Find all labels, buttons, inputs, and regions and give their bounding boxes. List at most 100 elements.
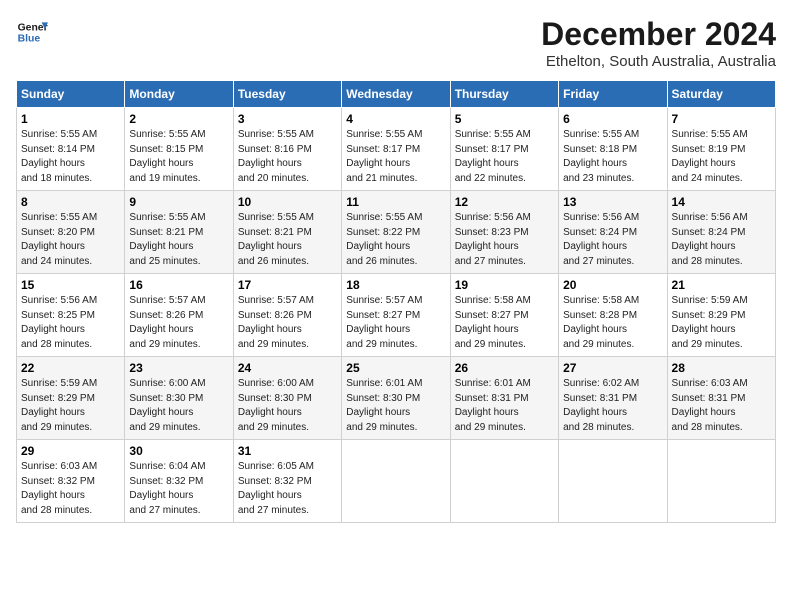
svg-text:Blue: Blue: [18, 34, 41, 45]
day-info: Sunrise: 5:55 AMSunset: 8:15 PMDaylight …: [129, 129, 205, 184]
day-info: Sunrise: 5:55 AMSunset: 8:19 PMDaylight …: [672, 129, 748, 184]
calendar-cell: [342, 440, 450, 523]
day-info: Sunrise: 5:55 AMSunset: 8:16 PMDaylight …: [238, 129, 314, 184]
day-number: 6: [563, 112, 662, 126]
calendar-cell: 18 Sunrise: 5:57 AMSunset: 8:27 PMDaylig…: [342, 274, 450, 357]
calendar-cell: 31 Sunrise: 6:05 AMSunset: 8:32 PMDaylig…: [233, 440, 341, 523]
calendar-cell: 11 Sunrise: 5:55 AMSunset: 8:22 PMDaylig…: [342, 191, 450, 274]
day-number: 28: [672, 361, 771, 375]
calendar-cell: 17 Sunrise: 5:57 AMSunset: 8:26 PMDaylig…: [233, 274, 341, 357]
calendar-cell: 7 Sunrise: 5:55 AMSunset: 8:19 PMDayligh…: [667, 108, 775, 191]
day-info: Sunrise: 6:02 AMSunset: 8:31 PMDaylight …: [563, 378, 639, 433]
calendar-cell: 10 Sunrise: 5:55 AMSunset: 8:21 PMDaylig…: [233, 191, 341, 274]
day-number: 5: [455, 112, 554, 126]
day-number: 31: [238, 444, 337, 458]
day-number: 20: [563, 278, 662, 292]
day-number: 29: [21, 444, 120, 458]
calendar-week-row: 8 Sunrise: 5:55 AMSunset: 8:20 PMDayligh…: [17, 191, 776, 274]
day-info: Sunrise: 5:55 AMSunset: 8:21 PMDaylight …: [238, 212, 314, 267]
day-info: Sunrise: 5:55 AMSunset: 8:17 PMDaylight …: [346, 129, 422, 184]
logo: General Blue: [16, 16, 48, 48]
day-number: 10: [238, 195, 337, 209]
day-number: 27: [563, 361, 662, 375]
calendar-cell: 27 Sunrise: 6:02 AMSunset: 8:31 PMDaylig…: [559, 357, 667, 440]
calendar-cell: 1 Sunrise: 5:55 AMSunset: 8:14 PMDayligh…: [17, 108, 125, 191]
day-number: 7: [672, 112, 771, 126]
calendar-cell: 23 Sunrise: 6:00 AMSunset: 8:30 PMDaylig…: [125, 357, 233, 440]
day-info: Sunrise: 5:56 AMSunset: 8:23 PMDaylight …: [455, 212, 531, 267]
day-info: Sunrise: 5:59 AMSunset: 8:29 PMDaylight …: [672, 295, 748, 350]
day-info: Sunrise: 5:55 AMSunset: 8:14 PMDaylight …: [21, 129, 97, 184]
day-info: Sunrise: 5:55 AMSunset: 8:17 PMDaylight …: [455, 129, 531, 184]
day-number: 16: [129, 278, 228, 292]
calendar-cell: [667, 440, 775, 523]
calendar-cell: 5 Sunrise: 5:55 AMSunset: 8:17 PMDayligh…: [450, 108, 558, 191]
day-number: 24: [238, 361, 337, 375]
calendar-cell: 13 Sunrise: 5:56 AMSunset: 8:24 PMDaylig…: [559, 191, 667, 274]
calendar-cell: [450, 440, 558, 523]
day-info: Sunrise: 6:03 AMSunset: 8:32 PMDaylight …: [21, 461, 97, 516]
weekday-header-sunday: Sunday: [17, 81, 125, 108]
day-info: Sunrise: 6:00 AMSunset: 8:30 PMDaylight …: [129, 378, 205, 433]
calendar-cell: 30 Sunrise: 6:04 AMSunset: 8:32 PMDaylig…: [125, 440, 233, 523]
calendar-cell: 2 Sunrise: 5:55 AMSunset: 8:15 PMDayligh…: [125, 108, 233, 191]
day-info: Sunrise: 5:55 AMSunset: 8:18 PMDaylight …: [563, 129, 639, 184]
header: General Blue December 2024 Ethelton, Sou…: [16, 16, 776, 70]
day-info: Sunrise: 6:01 AMSunset: 8:30 PMDaylight …: [346, 378, 422, 433]
calendar-cell: 28 Sunrise: 6:03 AMSunset: 8:31 PMDaylig…: [667, 357, 775, 440]
day-info: Sunrise: 5:55 AMSunset: 8:20 PMDaylight …: [21, 212, 97, 267]
calendar-week-row: 22 Sunrise: 5:59 AMSunset: 8:29 PMDaylig…: [17, 357, 776, 440]
day-info: Sunrise: 5:56 AMSunset: 8:24 PMDaylight …: [563, 212, 639, 267]
weekday-header-row: SundayMondayTuesdayWednesdayThursdayFrid…: [17, 81, 776, 108]
calendar-cell: 21 Sunrise: 5:59 AMSunset: 8:29 PMDaylig…: [667, 274, 775, 357]
day-number: 8: [21, 195, 120, 209]
calendar-cell: 22 Sunrise: 5:59 AMSunset: 8:29 PMDaylig…: [17, 357, 125, 440]
logo-icon: General Blue: [16, 16, 48, 48]
weekday-header-monday: Monday: [125, 81, 233, 108]
calendar-cell: 15 Sunrise: 5:56 AMSunset: 8:25 PMDaylig…: [17, 274, 125, 357]
calendar-cell: 9 Sunrise: 5:55 AMSunset: 8:21 PMDayligh…: [125, 191, 233, 274]
day-number: 26: [455, 361, 554, 375]
day-info: Sunrise: 5:57 AMSunset: 8:26 PMDaylight …: [129, 295, 205, 350]
day-info: Sunrise: 5:59 AMSunset: 8:29 PMDaylight …: [21, 378, 97, 433]
day-number: 2: [129, 112, 228, 126]
day-number: 19: [455, 278, 554, 292]
day-number: 23: [129, 361, 228, 375]
day-number: 14: [672, 195, 771, 209]
day-number: 1: [21, 112, 120, 126]
calendar-cell: 8 Sunrise: 5:55 AMSunset: 8:20 PMDayligh…: [17, 191, 125, 274]
day-info: Sunrise: 6:03 AMSunset: 8:31 PMDaylight …: [672, 378, 748, 433]
day-number: 21: [672, 278, 771, 292]
day-number: 22: [21, 361, 120, 375]
calendar-cell: 6 Sunrise: 5:55 AMSunset: 8:18 PMDayligh…: [559, 108, 667, 191]
day-info: Sunrise: 5:58 AMSunset: 8:27 PMDaylight …: [455, 295, 531, 350]
calendar-cell: 26 Sunrise: 6:01 AMSunset: 8:31 PMDaylig…: [450, 357, 558, 440]
day-info: Sunrise: 5:57 AMSunset: 8:27 PMDaylight …: [346, 295, 422, 350]
calendar-cell: 3 Sunrise: 5:55 AMSunset: 8:16 PMDayligh…: [233, 108, 341, 191]
day-number: 9: [129, 195, 228, 209]
calendar-cell: 24 Sunrise: 6:00 AMSunset: 8:30 PMDaylig…: [233, 357, 341, 440]
day-info: Sunrise: 6:04 AMSunset: 8:32 PMDaylight …: [129, 461, 205, 516]
subtitle: Ethelton, South Australia, Australia: [541, 53, 776, 70]
day-number: 4: [346, 112, 445, 126]
calendar-cell: [559, 440, 667, 523]
day-info: Sunrise: 5:58 AMSunset: 8:28 PMDaylight …: [563, 295, 639, 350]
weekday-header-friday: Friday: [559, 81, 667, 108]
calendar-week-row: 1 Sunrise: 5:55 AMSunset: 8:14 PMDayligh…: [17, 108, 776, 191]
calendar-cell: 12 Sunrise: 5:56 AMSunset: 8:23 PMDaylig…: [450, 191, 558, 274]
day-number: 11: [346, 195, 445, 209]
calendar-week-row: 29 Sunrise: 6:03 AMSunset: 8:32 PMDaylig…: [17, 440, 776, 523]
day-number: 18: [346, 278, 445, 292]
calendar-week-row: 15 Sunrise: 5:56 AMSunset: 8:25 PMDaylig…: [17, 274, 776, 357]
day-info: Sunrise: 6:00 AMSunset: 8:30 PMDaylight …: [238, 378, 314, 433]
calendar-cell: 19 Sunrise: 5:58 AMSunset: 8:27 PMDaylig…: [450, 274, 558, 357]
day-info: Sunrise: 5:57 AMSunset: 8:26 PMDaylight …: [238, 295, 314, 350]
calendar-cell: 20 Sunrise: 5:58 AMSunset: 8:28 PMDaylig…: [559, 274, 667, 357]
day-info: Sunrise: 6:05 AMSunset: 8:32 PMDaylight …: [238, 461, 314, 516]
day-info: Sunrise: 5:56 AMSunset: 8:25 PMDaylight …: [21, 295, 97, 350]
weekday-header-wednesday: Wednesday: [342, 81, 450, 108]
day-number: 30: [129, 444, 228, 458]
title-block: December 2024 Ethelton, South Australia,…: [541, 16, 776, 70]
day-number: 12: [455, 195, 554, 209]
calendar-cell: 25 Sunrise: 6:01 AMSunset: 8:30 PMDaylig…: [342, 357, 450, 440]
